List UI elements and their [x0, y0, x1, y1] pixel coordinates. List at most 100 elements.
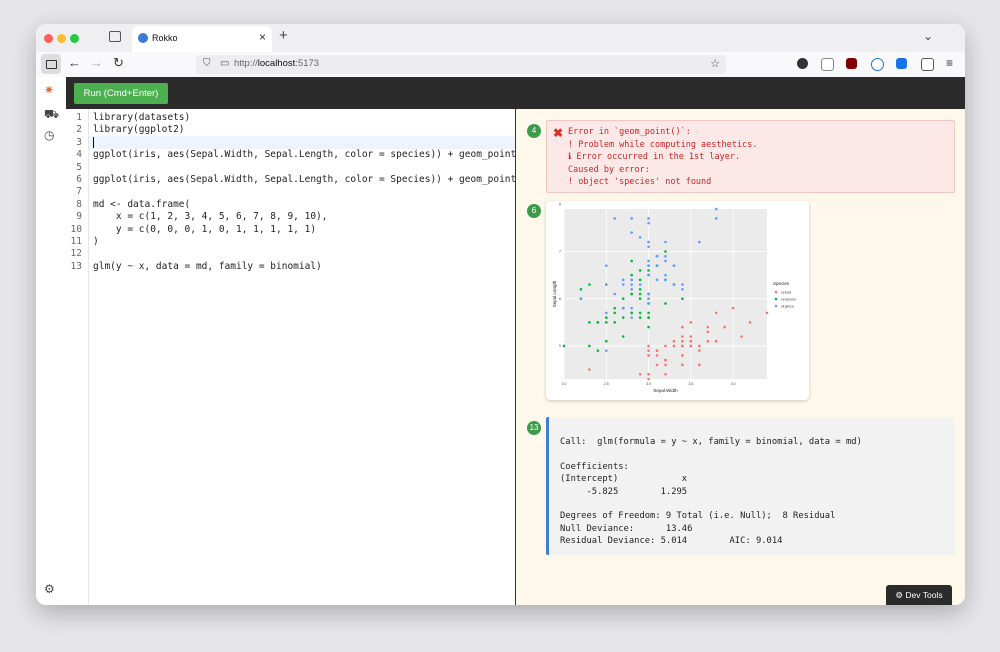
data-point-setosa [689, 344, 693, 348]
line-number: 13 [70, 260, 82, 272]
code-line[interactable]: y = c(0, 0, 0, 1, 0, 1, 1, 1, 1, 1) [93, 224, 316, 236]
settings-gear-icon[interactable]: ⚙ [44, 582, 55, 596]
close-window-button[interactable] [44, 34, 53, 43]
code-line[interactable]: ggplot(iris, aes(Sepal.Width, Sepal.Leng… [93, 149, 528, 161]
data-point-versicolor [664, 250, 667, 253]
code-line[interactable]: ggplot(iris, aes(Sepal.Width, Sepal.Leng… [93, 174, 528, 186]
line-number: 1 [76, 112, 82, 123]
shield-icon[interactable]: ⛉ [203, 58, 211, 69]
data-point-virginica [647, 302, 650, 305]
tab-close-icon[interactable]: × [259, 30, 266, 44]
cell-badge[interactable]: 6 [527, 204, 541, 218]
page-info-icon[interactable]: ▭ [220, 58, 229, 69]
tab-overview-icon[interactable] [109, 31, 121, 42]
data-point-setosa [647, 349, 650, 352]
bookmark-star-icon[interactable]: ☆ [710, 57, 720, 70]
data-point-virginica [604, 264, 608, 267]
code-line[interactable]: ) [93, 236, 99, 248]
cell-badge[interactable]: 4 [527, 124, 541, 138]
error-output: ✖ Error in `geom_point()`: ! Problem whil… [546, 120, 955, 193]
run-button[interactable]: Run (Cmd+Enter) [74, 83, 168, 104]
data-point-setosa [681, 335, 684, 338]
data-point-virginica [613, 292, 617, 296]
data-point-setosa [698, 349, 701, 352]
cell-badge[interactable]: 13 [527, 421, 541, 435]
password-manager-icon[interactable] [871, 58, 884, 71]
extensions-puzzle-icon[interactable] [921, 58, 934, 71]
data-point-virginica [621, 283, 625, 286]
back-button[interactable]: ← [68, 55, 81, 70]
left-rail: ✷ ⛟ ◷ ⚙ [36, 77, 67, 605]
tab-list-chevron-icon[interactable]: ⌄ [923, 29, 933, 43]
logo-icon[interactable]: ✷ [44, 83, 54, 97]
line-number: 6 [76, 174, 82, 185]
history-icon[interactable]: ◷ [44, 128, 54, 142]
data-point-versicolor [613, 306, 617, 310]
app-area: ✷ ⛟ ◷ ⚙ Run (Cmd+Enter) 1 2 3 4 5 6 7 8 9 10 11 12 1… [36, 77, 965, 605]
new-tab-button[interactable]: + [279, 27, 288, 44]
reload-button[interactable]: ↻ [113, 55, 124, 71]
data-point-setosa [664, 344, 667, 348]
extension-bird-icon[interactable] [896, 58, 907, 69]
data-point-virginica [647, 217, 650, 220]
code-line[interactable]: glm(y ~ x, data = md, family = binomial) [93, 261, 322, 273]
forward-button[interactable]: → [90, 55, 103, 70]
code-line[interactable]: md <- data.frame( [93, 199, 190, 211]
data-point-setosa [655, 354, 659, 357]
data-point-virginica [647, 273, 650, 277]
data-point-setosa [689, 321, 693, 324]
data-point-setosa [748, 321, 752, 324]
glm-output-line: Residual Deviance: 5.014 AIC: 9.014 [560, 536, 783, 547]
extension-h-icon[interactable] [797, 58, 808, 69]
ublock-icon[interactable] [846, 58, 857, 69]
code-editor[interactable]: 1 2 3 4 5 6 7 8 9 10 11 12 13 library(datasets) libra… [66, 109, 528, 605]
url-bar[interactable]: ⛉ ▭ http://localhost:5173 ☆ [196, 55, 726, 74]
data-point-versicolor [647, 316, 650, 319]
data-point-virginica [672, 283, 676, 286]
menu-button[interactable]: ≡ [946, 56, 953, 70]
data-point-virginica [613, 217, 617, 220]
data-point-virginica [664, 254, 667, 258]
data-point-setosa [765, 311, 769, 315]
data-point-versicolor [579, 287, 583, 291]
code-line[interactable]: library(ggplot2) [93, 124, 185, 136]
data-point-setosa [638, 372, 642, 376]
url-text[interactable]: http://localhost:5173 [234, 58, 319, 69]
reader-view-icon[interactable] [821, 58, 834, 71]
data-point-virginica [638, 236, 642, 239]
maximize-window-button[interactable] [70, 34, 79, 43]
minimize-window-button[interactable] [57, 34, 66, 43]
data-point-versicolor [604, 339, 608, 343]
line-number: 10 [70, 223, 82, 235]
code-line[interactable]: library(datasets) [93, 112, 190, 124]
data-point-virginica [647, 240, 650, 244]
data-point-setosa [681, 363, 684, 367]
data-point-virginica [604, 283, 608, 286]
data-point-setosa [672, 344, 676, 348]
data-point-setosa [740, 335, 743, 338]
glm-output-line: Call: glm(formula = y ~ x, family = bino… [560, 437, 862, 447]
data-point-versicolor [588, 321, 591, 324]
data-point-versicolor [588, 344, 591, 348]
sidebar-toggle-button[interactable] [41, 54, 61, 74]
data-point-setosa [698, 344, 701, 348]
data-point-versicolor [630, 259, 633, 263]
line-number: 9 [76, 211, 82, 223]
data-point-setosa [672, 339, 676, 343]
line-number: 4 [76, 149, 82, 161]
data-point-versicolor [596, 321, 600, 324]
glm-output-line: Null Deviance: 13.46 [560, 523, 693, 534]
data-point-setosa [647, 377, 650, 381]
code-line[interactable]: x = c(1, 2, 3, 4, 5, 6, 7, 8, 9, 10), [93, 211, 328, 223]
data-point-virginica [630, 316, 633, 319]
data-point-versicolor [664, 302, 667, 305]
tab-rokko[interactable]: Rokko × [132, 26, 272, 52]
dev-tools-button[interactable]: ⚙ Dev Tools [886, 585, 952, 605]
data-point-versicolor [638, 292, 642, 296]
error-line: ! Problem while computing aesthetics. [568, 139, 758, 150]
data-point-setosa [698, 363, 701, 367]
data-point-virginica [655, 264, 659, 267]
active-line-highlight [89, 136, 515, 149]
packages-icon[interactable]: ⛟ [44, 107, 59, 123]
data-point-setosa [655, 349, 659, 352]
